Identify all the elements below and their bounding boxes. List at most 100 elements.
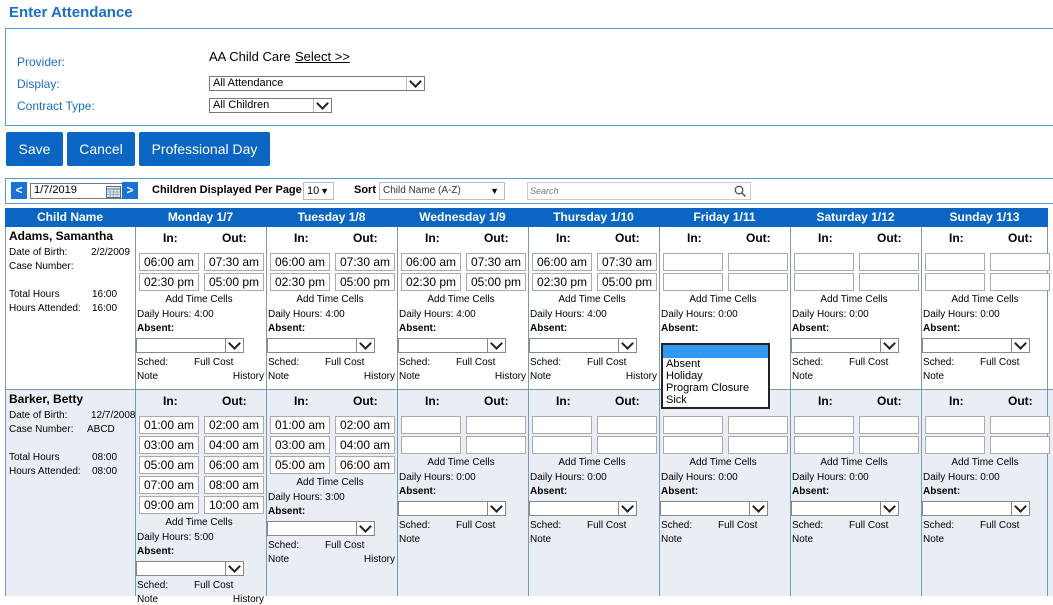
- history-link[interactable]: History: [233, 371, 264, 382]
- time-in-input[interactable]: [663, 273, 723, 291]
- time-in-input[interactable]: 06:00 am: [270, 253, 330, 271]
- time-out-input[interactable]: 02:00 am: [335, 416, 395, 434]
- time-in-input[interactable]: 01:00 am: [270, 416, 330, 434]
- time-out-input[interactable]: [990, 436, 1050, 454]
- absent-option[interactable]: Holiday: [663, 370, 768, 382]
- time-out-input[interactable]: [859, 416, 919, 434]
- add-time-cells-link[interactable]: Add Time Cells: [791, 294, 917, 305]
- time-out-input[interactable]: 05:00 pm: [466, 273, 526, 291]
- sort-select[interactable]: Child Name (A-Z) ▼: [379, 182, 505, 200]
- absent-select[interactable]: [922, 500, 1030, 516]
- time-in-input[interactable]: 02:30 pm: [532, 273, 592, 291]
- next-week-button[interactable]: >: [122, 182, 138, 199]
- time-out-input[interactable]: [728, 273, 788, 291]
- note-link[interactable]: Note: [923, 534, 944, 545]
- add-time-cells-link[interactable]: Add Time Cells: [922, 457, 1048, 468]
- add-time-cells-link[interactable]: Add Time Cells: [529, 294, 655, 305]
- save-button[interactable]: Save: [6, 132, 63, 166]
- add-time-cells-link[interactable]: Add Time Cells: [791, 457, 917, 468]
- time-in-input[interactable]: [794, 253, 854, 271]
- time-out-input[interactable]: 10:00 am: [204, 496, 264, 514]
- absent-select[interactable]: [398, 500, 506, 516]
- time-out-input[interactable]: [990, 253, 1050, 271]
- history-link[interactable]: History: [364, 371, 395, 382]
- time-out-input[interactable]: [466, 416, 526, 434]
- time-in-input[interactable]: [663, 416, 723, 434]
- calendar-icon[interactable]: [106, 185, 121, 198]
- time-out-input[interactable]: 04:00 am: [204, 436, 264, 454]
- time-out-input[interactable]: 06:00 am: [204, 456, 264, 474]
- add-time-cells-link[interactable]: Add Time Cells: [660, 294, 786, 305]
- time-in-input[interactable]: [401, 436, 461, 454]
- absent-select[interactable]: [267, 337, 375, 353]
- time-in-input[interactable]: 02:30 pm: [270, 273, 330, 291]
- time-out-input[interactable]: [990, 416, 1050, 434]
- time-in-input[interactable]: [401, 416, 461, 434]
- time-in-input[interactable]: [794, 416, 854, 434]
- time-in-input[interactable]: [532, 436, 592, 454]
- date-input[interactable]: 1/7/2019: [30, 183, 123, 199]
- absent-select[interactable]: [529, 337, 637, 353]
- time-in-input[interactable]: [663, 436, 723, 454]
- note-link[interactable]: Note: [268, 371, 289, 382]
- contract-type-select[interactable]: All Children: [209, 97, 332, 113]
- time-in-input[interactable]: 01:00 am: [139, 416, 199, 434]
- absent-dropdown-list[interactable]: Absent Holiday Program Closure Sick: [661, 343, 770, 409]
- cancel-button[interactable]: Cancel: [67, 132, 135, 166]
- time-in-input[interactable]: [532, 416, 592, 434]
- note-link[interactable]: Note: [399, 534, 420, 545]
- time-out-input[interactable]: [728, 253, 788, 271]
- child-name[interactable]: Barker, Betty: [9, 392, 83, 406]
- time-out-input[interactable]: 07:30 am: [466, 253, 526, 271]
- absent-option[interactable]: Absent: [663, 358, 768, 370]
- note-link[interactable]: Note: [923, 371, 944, 382]
- note-link[interactable]: Note: [661, 534, 682, 545]
- per-page-select[interactable]: 10 ▼: [303, 182, 334, 200]
- time-out-input[interactable]: [728, 416, 788, 434]
- absent-select[interactable]: [398, 337, 506, 353]
- note-link[interactable]: Note: [530, 534, 551, 545]
- add-time-cells-link[interactable]: Add Time Cells: [398, 457, 524, 468]
- time-out-input[interactable]: 06:00 am: [335, 456, 395, 474]
- note-link[interactable]: Note: [792, 371, 813, 382]
- time-in-input[interactable]: 09:00 am: [139, 496, 199, 514]
- absent-select[interactable]: [267, 520, 375, 536]
- add-time-cells-link[interactable]: Add Time Cells: [136, 294, 262, 305]
- display-select[interactable]: All Attendance: [209, 75, 425, 91]
- time-in-input[interactable]: 05:00 am: [139, 456, 199, 474]
- time-out-input[interactable]: [859, 436, 919, 454]
- time-in-input[interactable]: [925, 436, 985, 454]
- time-out-input[interactable]: 08:00 am: [204, 476, 264, 494]
- absent-select[interactable]: [791, 337, 899, 353]
- time-out-input[interactable]: [728, 436, 788, 454]
- search-box[interactable]: [527, 182, 751, 200]
- professional-day-button[interactable]: Professional Day: [139, 132, 270, 166]
- time-in-input[interactable]: 06:00 am: [139, 253, 199, 271]
- time-in-input[interactable]: 06:00 am: [401, 253, 461, 271]
- time-in-input[interactable]: 06:00 am: [532, 253, 592, 271]
- absent-select[interactable]: [136, 560, 244, 576]
- time-out-input[interactable]: [597, 436, 657, 454]
- time-in-input[interactable]: [925, 416, 985, 434]
- add-time-cells-link[interactable]: Add Time Cells: [136, 517, 262, 528]
- absent-select[interactable]: [136, 337, 244, 353]
- time-in-input[interactable]: 02:30 pm: [139, 273, 199, 291]
- time-out-input[interactable]: 04:00 am: [335, 436, 395, 454]
- time-in-input[interactable]: 03:00 am: [270, 436, 330, 454]
- history-link[interactable]: History: [626, 371, 657, 382]
- absent-select[interactable]: [660, 500, 768, 516]
- time-out-input[interactable]: [990, 273, 1050, 291]
- time-out-input[interactable]: 07:30 am: [204, 253, 264, 271]
- note-link[interactable]: Note: [399, 371, 420, 382]
- provider-select-link[interactable]: Select >>: [295, 49, 350, 64]
- time-out-input[interactable]: 05:00 pm: [204, 273, 264, 291]
- time-out-input[interactable]: [597, 416, 657, 434]
- time-in-input[interactable]: 03:00 am: [139, 436, 199, 454]
- add-time-cells-link[interactable]: Add Time Cells: [922, 294, 1048, 305]
- time-out-input[interactable]: [859, 273, 919, 291]
- search-icon[interactable]: [734, 185, 746, 197]
- time-in-input[interactable]: [925, 273, 985, 291]
- time-out-input[interactable]: 07:30 am: [335, 253, 395, 271]
- absent-select[interactable]: [922, 337, 1030, 353]
- child-name[interactable]: Adams, Samantha: [9, 229, 113, 243]
